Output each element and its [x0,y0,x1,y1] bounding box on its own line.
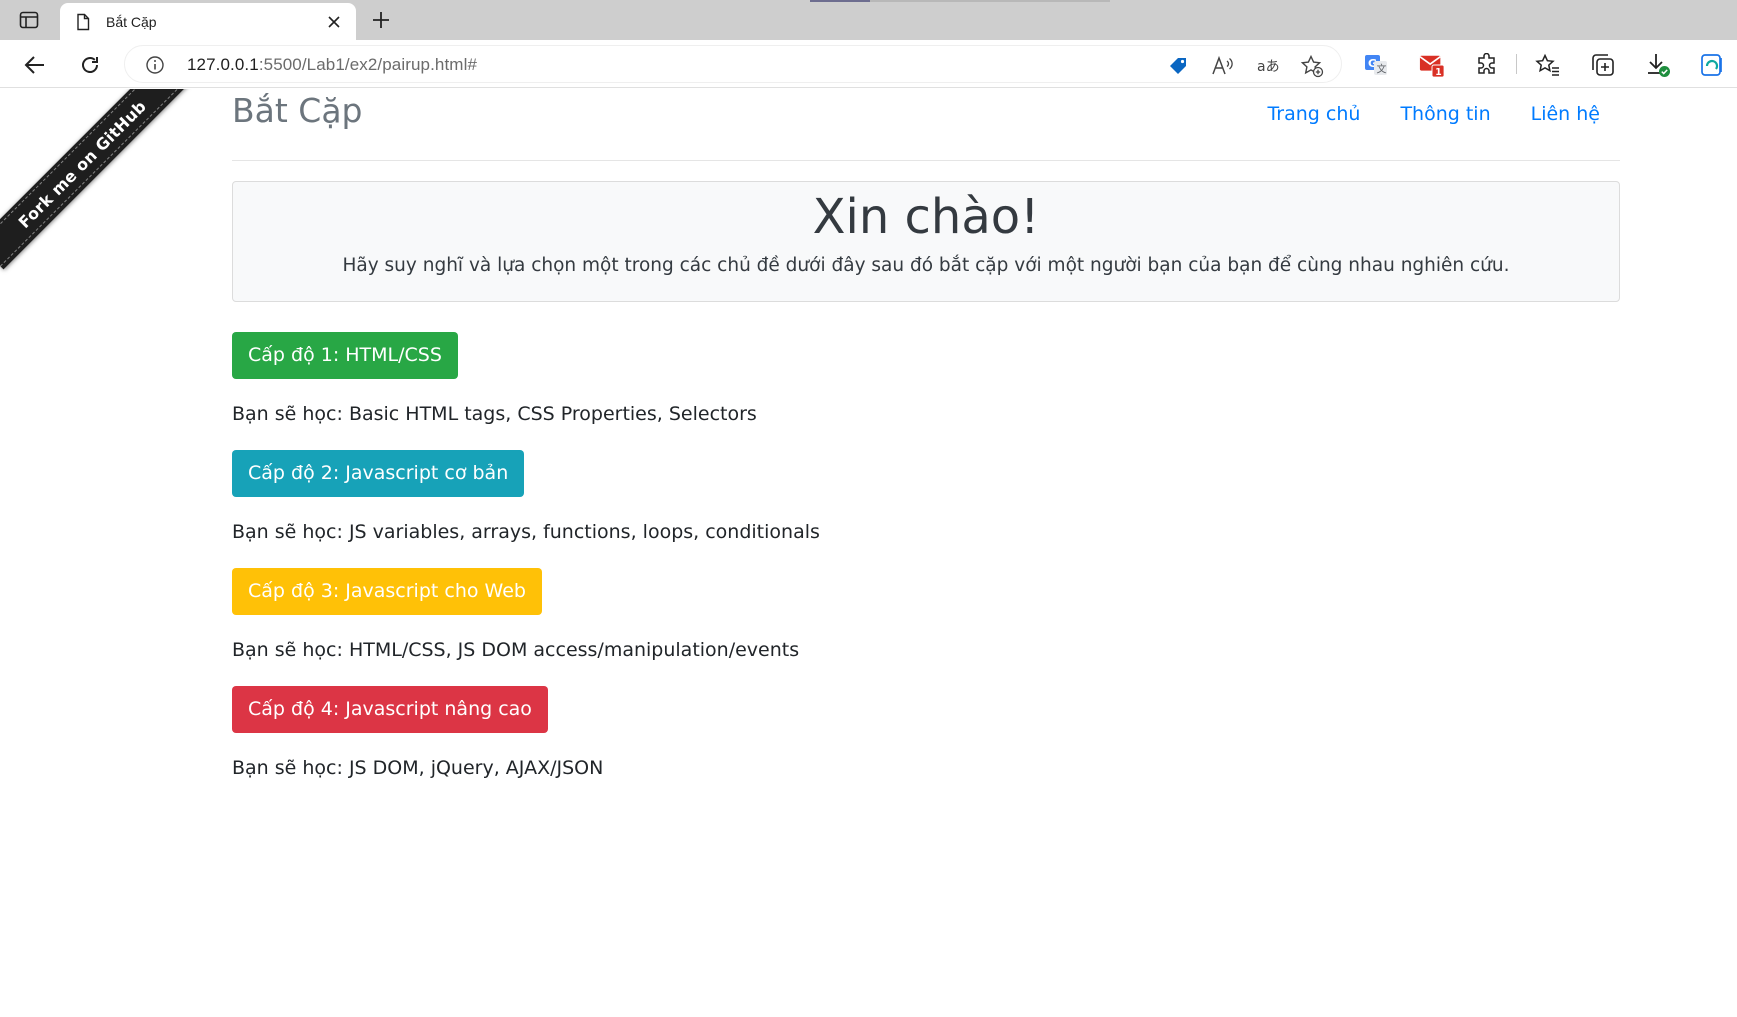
favorites-icon[interactable] [1535,52,1561,78]
tab-title: Bắt Cặp [106,13,157,30]
fork-me-ribbon[interactable]: Fork me on GitHub [0,89,188,270]
svg-text:aあ: aあ [1257,59,1280,75]
site-brand[interactable]: Bắt Cặp [232,91,363,130]
level-4-button[interactable]: Cấp độ 4: Javascript nâng cao [232,686,548,733]
page-icon [74,13,92,31]
extensions-icon[interactable] [1474,52,1500,78]
page-container: Bắt Cặp Trang chủ Thông tin Liên hệ Xin … [232,89,1620,804]
back-icon[interactable] [20,50,50,80]
address-bar[interactable]: 127.0.0.1:5500/Lab1/ex2/pairup.html# aあ [124,45,1342,83]
level-item: Cấp độ 2: Javascript cơ bản Bạn sẽ học: … [232,450,1620,545]
collections-icon[interactable] [1590,52,1616,78]
tab-strip: Bắt Cặp [0,0,1737,40]
translate-icon[interactable]: aあ [1256,54,1280,78]
level-1-description: Bạn sẽ học: Basic HTML tags, CSS Propert… [232,403,757,425]
level-item: Cấp độ 4: Javascript nâng cao Bạn sẽ học… [232,686,1620,781]
site-info-icon[interactable] [145,55,165,75]
level-2-button[interactable]: Cấp độ 2: Javascript cơ bản [232,450,525,497]
hero-subtitle: Hãy suy nghĩ và lựa chọn một trong các c… [342,255,1510,276]
nav-link-info[interactable]: Thông tin [1400,103,1490,125]
level-item: Cấp độ 3: Javascript cho Web Bạn sẽ học:… [232,568,1620,663]
nav-link-home[interactable]: Trang chủ [1267,103,1360,125]
downloads-icon[interactable] [1645,52,1671,78]
reload-icon[interactable] [75,50,105,80]
site-header: Bắt Cặp Trang chủ Thông tin Liên hệ [232,89,1620,161]
shopping-tag-icon[interactable] [1166,54,1190,78]
mail-icon[interactable]: 1 [1419,52,1445,78]
site-nav: Trang chủ Thông tin Liên hệ [1227,103,1620,125]
hero-title: Xin chào! [812,189,1040,245]
url-text[interactable]: 127.0.0.1:5500/Lab1/ex2/pairup.html# [187,55,477,75]
page-viewport: Fork me on GitHub Bắt Cặp Trang chủ Thôn… [0,89,1737,1017]
level-2-description: Bạn sẽ học: JS variables, arrays, functi… [232,521,820,543]
level-item: Cấp độ 1: HTML/CSS Bạn sẽ học: Basic HTM… [232,332,1620,427]
new-tab-icon[interactable] [368,7,394,33]
browser-toolbar: 127.0.0.1:5500/Lab1/ex2/pairup.html# aあ … [0,40,1737,88]
hero-jumbotron: Xin chào! Hãy suy nghĩ và lựa chọn một t… [232,181,1620,302]
edge-copilot-icon[interactable] [1699,52,1725,78]
close-tab-icon[interactable] [324,12,344,32]
window-drag-indicator [810,0,1110,2]
toolbar-divider [1516,54,1517,74]
google-translate-icon[interactable]: G文 [1363,52,1389,78]
level-3-description: Bạn sẽ học: HTML/CSS, JS DOM access/mani… [232,639,800,661]
add-favorite-icon[interactable] [1300,54,1324,78]
level-list: Cấp độ 1: HTML/CSS Bạn sẽ học: Basic HTM… [232,332,1620,781]
level-4-description: Bạn sẽ học: JS DOM, jQuery, AJAX/JSON [232,757,604,779]
svg-text:文: 文 [1377,63,1387,76]
mail-badge-count: 1 [1435,67,1441,78]
level-1-button[interactable]: Cấp độ 1: HTML/CSS [232,332,458,379]
active-tab[interactable]: Bắt Cặp [60,3,356,40]
read-aloud-icon[interactable] [1211,54,1235,78]
fork-me-label: Fork me on GitHub [14,96,150,232]
nav-link-contact[interactable]: Liên hệ [1531,103,1600,125]
tab-actions-icon[interactable] [14,8,44,32]
level-3-button[interactable]: Cấp độ 3: Javascript cho Web [232,568,542,615]
